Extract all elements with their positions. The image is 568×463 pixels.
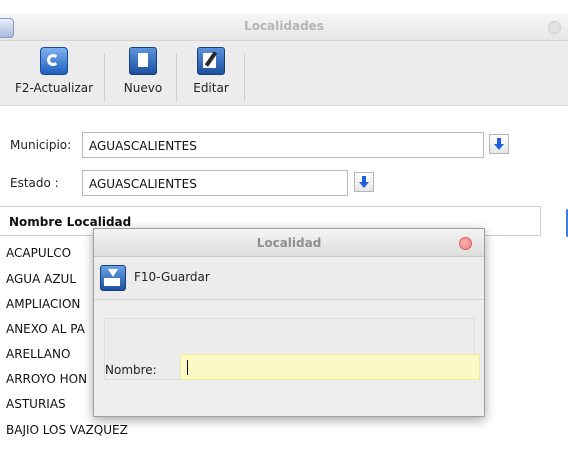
dialog-form-panel: Nombre: [104,318,480,380]
edit-button[interactable]: Editar [186,47,236,103]
new-label: Nuevo [123,81,163,95]
dialog-close-button[interactable] [459,237,472,250]
dialog-titlebar: Localidad [94,229,484,257]
dialog-toolbar: F10-Guardar [94,257,484,300]
localidad-dialog: Localidad F10-Guardar Nombre: [93,228,485,417]
table-row[interactable]: ARELLANO [0,347,90,369]
refresh-icon [40,47,68,75]
edit-label: Editar [193,81,229,95]
window-close-button[interactable] [548,21,561,34]
new-document-icon [129,47,157,75]
table-row[interactable]: AGUA AZUL [0,272,90,294]
table-row[interactable]: ACAPULCO [0,246,90,268]
nombre-input[interactable] [180,354,480,380]
main-toolbar: F2-Actualizar Nuevo Editar [0,41,568,106]
table-row[interactable]: ANEXO AL PA [0,322,90,344]
municipio-field[interactable]: AGUASCALIENTES [82,132,484,158]
toolbar-divider [104,53,105,101]
window-title: Localidades [244,19,324,33]
table-row[interactable]: ARROYO HON [0,372,90,394]
save-icon [100,265,126,291]
column-header-nombre-localidad: Nombre Localidad [9,215,132,229]
municipio-label: Municipio: [10,138,72,152]
municipio-dropdown-button[interactable] [489,134,509,154]
nombre-label: Nombre: [105,363,157,377]
dialog-title: Localidad [256,236,322,250]
new-button[interactable]: Nuevo [116,47,170,103]
table-row[interactable]: AMPLIACION [0,297,90,319]
toolbar-divider [244,53,245,101]
table-row[interactable]: ASTURIAS [0,397,90,419]
toolbar-divider [176,53,177,101]
window-titlebar: Localidades [0,14,568,41]
refresh-button[interactable]: F2-Actualizar [11,47,97,103]
text-caret [187,360,188,375]
estado-dropdown-button[interactable] [354,172,374,192]
edit-icon [197,47,225,75]
estado-field[interactable]: AGUASCALIENTES [82,170,348,196]
estado-label: Estado : [10,176,59,190]
table-row[interactable]: BAJIO LOS VAZQUEZ [0,423,200,445]
save-label: F10-Guardar [134,270,210,284]
refresh-label: F2-Actualizar [14,81,94,95]
